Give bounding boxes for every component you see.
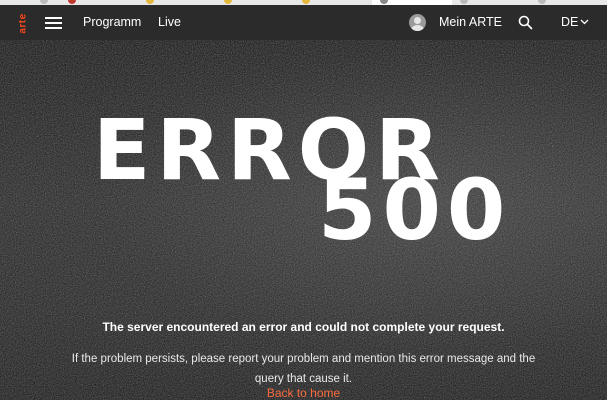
error-page-content: ERROR 500 The server encountered an erro… (0, 40, 607, 400)
account-link[interactable]: Mein ARTE (439, 15, 502, 29)
nav-link-programm[interactable]: Programm (83, 15, 141, 29)
arte-logo[interactable]: arte (15, 12, 31, 34)
chevron-down-icon (580, 19, 589, 25)
error-detail: If the problem persists, please report y… (71, 352, 536, 385)
language-selector[interactable]: DE (561, 15, 589, 29)
top-navigation-bar: arte Programm Live Mein ARTE DE (0, 5, 607, 40)
user-avatar-icon[interactable] (409, 14, 426, 31)
error-message: The server encountered an error and coul… (102, 320, 505, 334)
static-noise-background (0, 40, 607, 400)
hamburger-menu-icon[interactable] (45, 17, 62, 29)
back-to-home-link[interactable]: Back to home (0, 386, 607, 400)
nav-link-live[interactable]: Live (158, 15, 181, 29)
logo-text: arte (17, 12, 29, 34)
search-icon[interactable] (518, 15, 533, 30)
error-code: 500 (318, 161, 512, 259)
language-label: DE (561, 15, 579, 29)
